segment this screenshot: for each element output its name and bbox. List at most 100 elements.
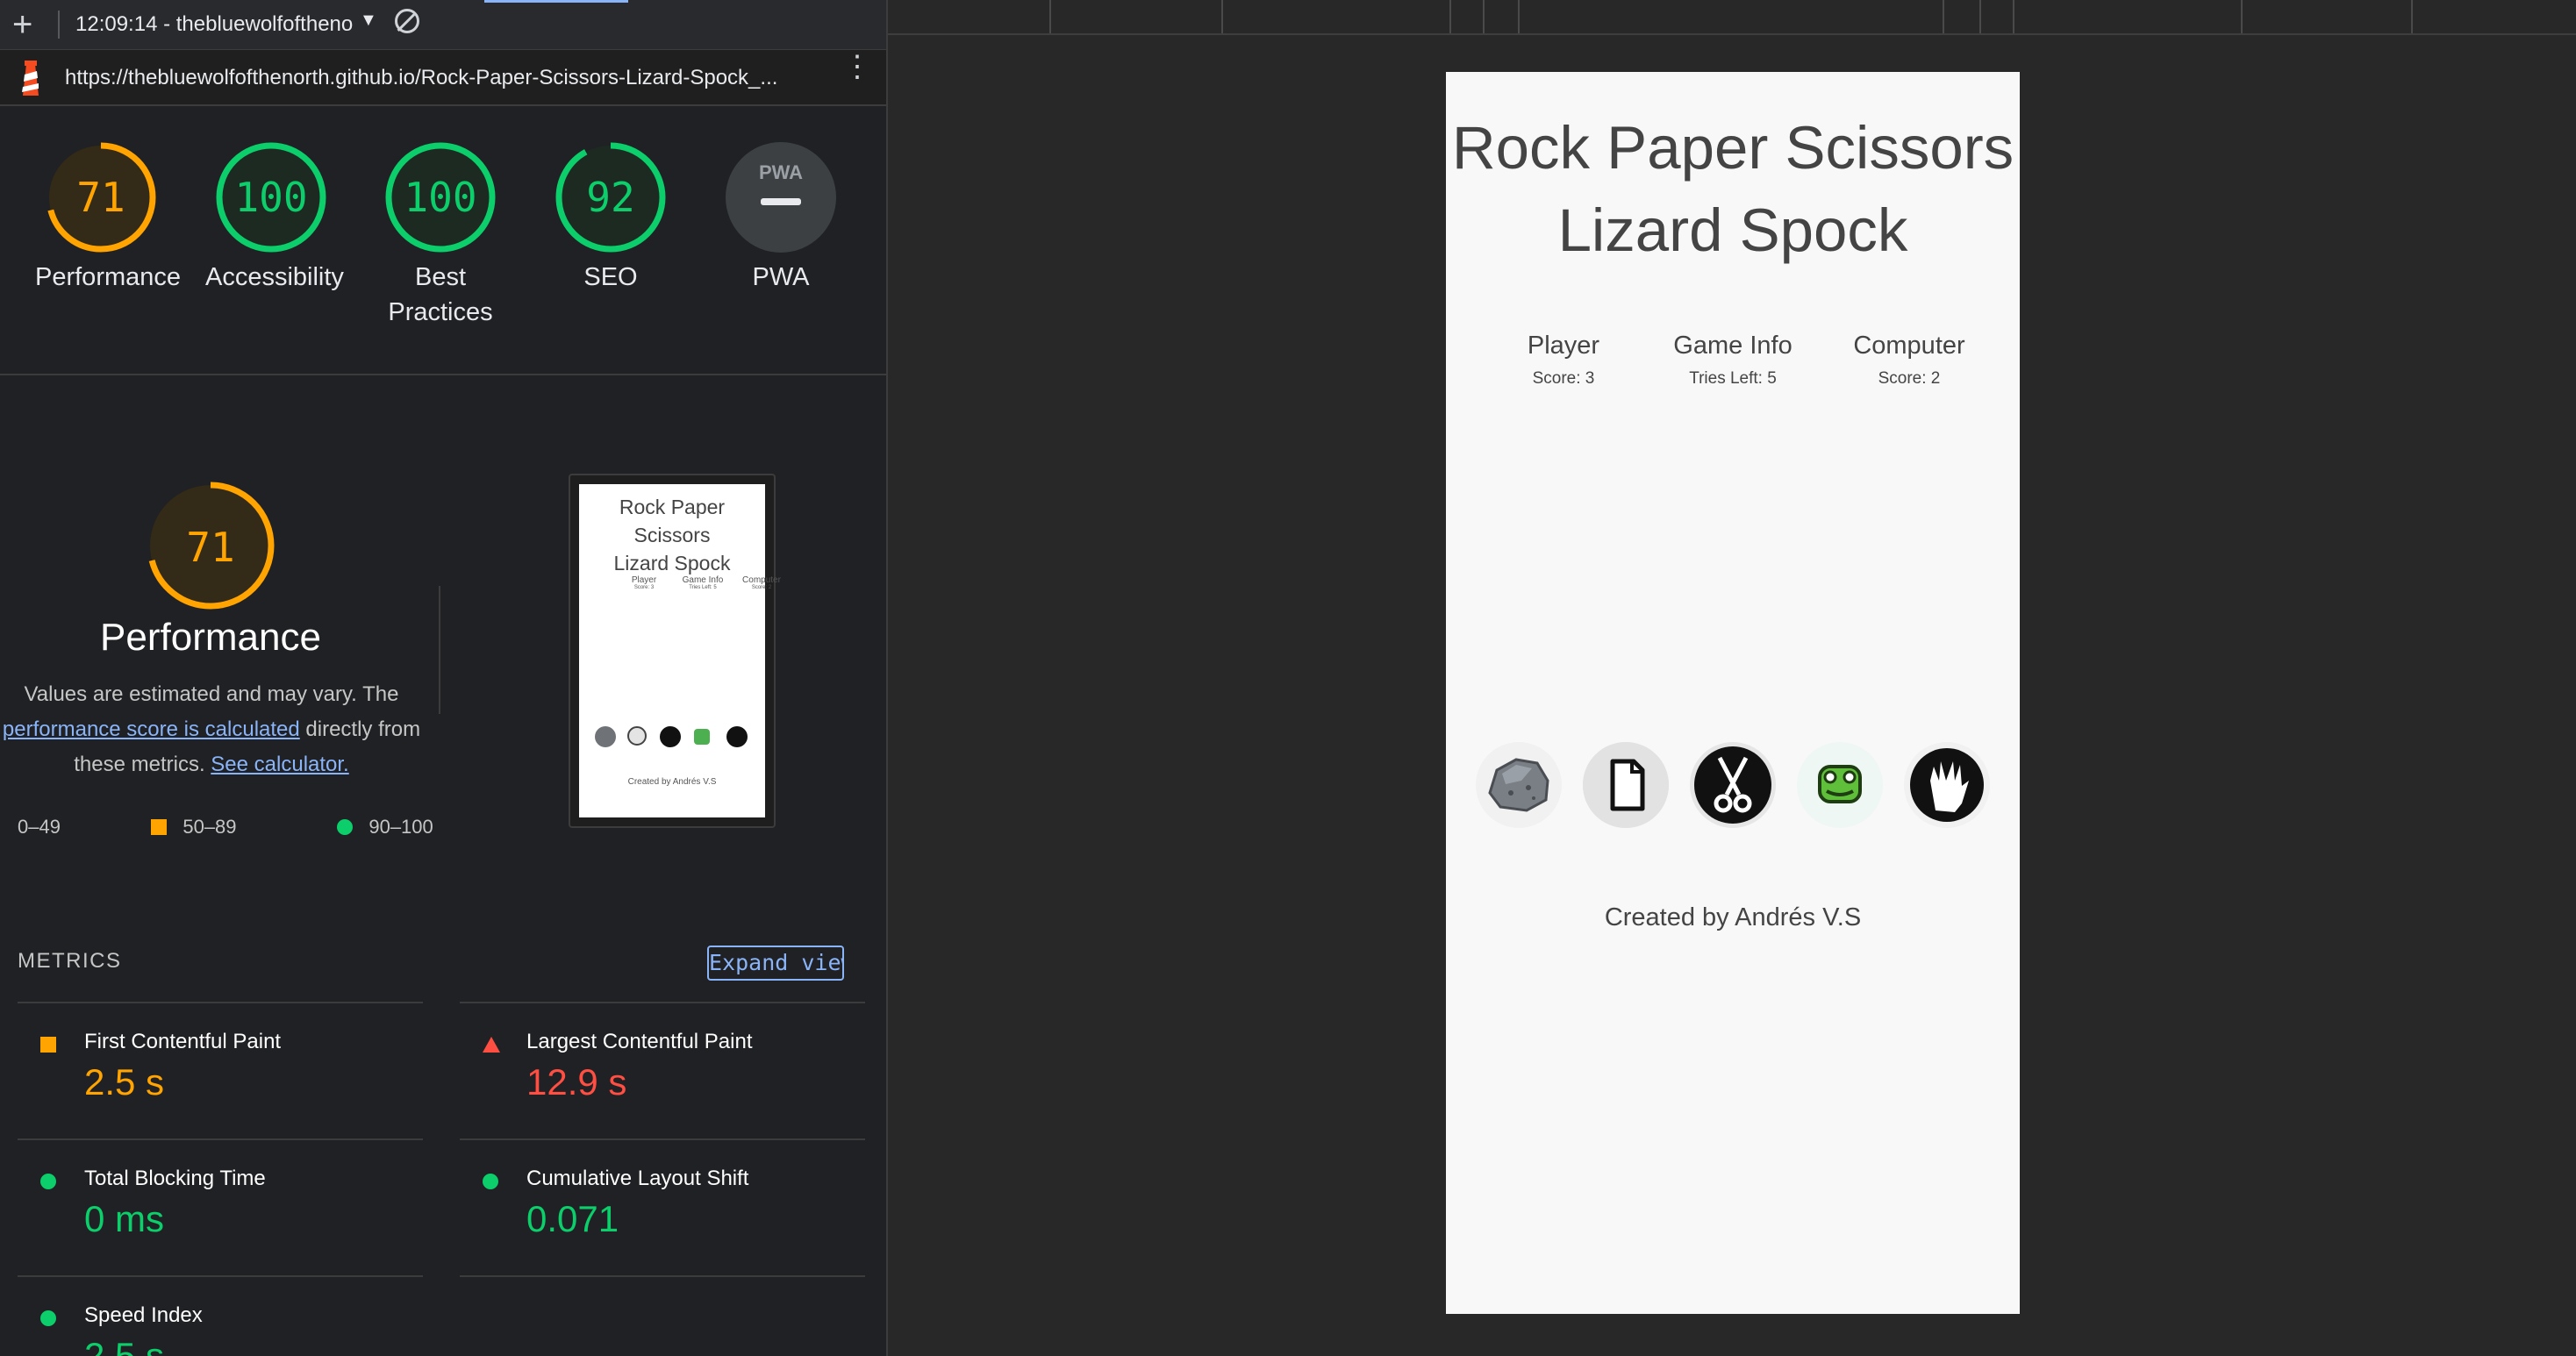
scissors-icon [660, 726, 681, 747]
thumbnail-title: Rock Paper Scissors Lizard Spock [579, 493, 765, 577]
paper-icon [1583, 742, 1669, 828]
credit-text: Created by Andrés V.S [1604, 903, 1862, 931]
spock-icon [726, 726, 748, 747]
clear-icon[interactable] [395, 9, 419, 33]
metric-name: Speed Index [84, 1303, 203, 1327]
rock-button[interactable] [1476, 742, 1562, 828]
panel-splitter[interactable] [886, 0, 888, 1356]
gauge-seo: 92 [555, 142, 666, 253]
paper-icon [627, 726, 647, 746]
score-label-pwa: PWA [752, 263, 810, 291]
score-label-performance: Performance [35, 263, 182, 291]
score-accessibility[interactable]: 100 Accessibility [205, 140, 344, 295]
metric-value: 2.5 s [84, 1335, 165, 1356]
score-calculation-link[interactable]: performance score is calculated [3, 717, 300, 741]
square-icon [151, 819, 167, 835]
computer-label: Computer [1853, 332, 1965, 360]
desc-text-1: Values are estimated and may vary. The [24, 682, 399, 706]
score-best-practices[interactable]: 100 Best Practices [375, 140, 506, 330]
thumbnail-title-line2: Lizard Spock [613, 552, 731, 575]
spock-button[interactable] [1904, 742, 1990, 828]
performance-score: 71 [186, 524, 234, 571]
device-toolbar-ruler [888, 0, 2576, 35]
metrics-heading: METRICS [18, 949, 122, 973]
chevron-down-icon[interactable]: ▼ [360, 11, 377, 31]
thumb-col2-sub: Tries Left: 5 [689, 585, 717, 590]
thumbnail-col-player: Player Score: 3 [583, 575, 656, 590]
lighthouse-panel: + 12:09:14 - thebluewolfoftheno ▼ https:… [0, 0, 886, 1356]
game-title-line2: Lizard Spock [1557, 196, 1908, 264]
square-icon [40, 1037, 56, 1053]
player-score: Score: 3 [1532, 369, 1595, 388]
lighthouse-icon [22, 61, 39, 96]
metric-value: 12.9 s [526, 1061, 627, 1103]
legend-average-label: 50–89 [182, 816, 237, 838]
metric-value: 2.5 s [84, 1061, 165, 1103]
more-options-icon[interactable]: ⋮ [842, 52, 872, 82]
report-url: https://thebluewolfofthenorth.github.io/… [65, 66, 778, 89]
metric-divider [18, 1275, 423, 1277]
expand-view-button[interactable]: Expand view [707, 946, 844, 981]
gauge-performance: 71 [46, 142, 156, 253]
report-selector[interactable]: 12:09:14 - thebluewolfoftheno [75, 12, 356, 37]
circle-icon [337, 819, 353, 835]
score-label-accessibility: Accessibility [205, 263, 344, 291]
thumbnail-title-line1: Rock Paper Scissors [619, 496, 726, 546]
app-viewport: Rock Paper Scissors Lizard Spock Player S… [1446, 72, 2020, 1314]
performance-title: Performance [100, 616, 321, 659]
scissors-button[interactable] [1690, 742, 1776, 828]
score-seo[interactable]: 92 SEO [545, 140, 676, 295]
vertical-divider [439, 586, 440, 714]
report-url-bar: https://thebluewolfofthenorth.github.io/… [0, 50, 886, 106]
rock-icon [1476, 742, 1562, 828]
score-label-best: Best [414, 263, 467, 291]
metric-divider [460, 1275, 865, 1277]
legend-fail-label: 0–49 [18, 816, 61, 838]
pwa-icon: PWA [726, 142, 836, 253]
legend-average: 50–89 [151, 816, 237, 839]
section-divider [0, 374, 886, 375]
desc-text-2: directly from [299, 717, 421, 741]
metric-divider [460, 1002, 865, 1003]
desc-text-3: these metrics. [74, 753, 211, 776]
metric-divider [460, 1138, 865, 1140]
final-screenshot-thumbnail[interactable]: Rock Paper Scissors Lizard Spock Player Sc… [569, 474, 781, 828]
thumbnail-col-info: Game Info Tries Left: 5 [641, 575, 724, 590]
score-value-seo: 92 [586, 174, 634, 221]
metric-divider [18, 1002, 423, 1003]
game-title: Rock Paper Scissors Lizard Spock [1446, 107, 2020, 272]
score-label-best-practices: Best Practices [375, 260, 506, 330]
score-pwa[interactable]: PWA PWA [715, 140, 847, 295]
circle-icon [40, 1310, 56, 1326]
game-info-panel: Game Info Tries Left: 5 [1645, 332, 1821, 389]
performance-description: Values are estimated and may vary. The p… [0, 677, 423, 782]
devtools-toolbar: + 12:09:14 - thebluewolfoftheno ▼ [0, 0, 886, 50]
score-performance[interactable]: 71 Performance [35, 140, 182, 295]
spock-icon [1904, 742, 1990, 828]
thumbnail-col-computer: Computer Score: 2 [700, 575, 781, 590]
metric-name: First Contentful Paint [84, 1030, 282, 1053]
scissors-icon [1690, 742, 1776, 828]
lizard-button[interactable] [1797, 742, 1883, 828]
thumb-col1-sub: Score: 3 [633, 585, 655, 590]
legend-fail: 0–49 [18, 816, 61, 839]
lizard-icon [694, 729, 710, 745]
circle-icon [40, 1174, 56, 1189]
computer-panel: Computer Score: 2 [1821, 332, 1997, 389]
game-info-label: Game Info [1673, 332, 1792, 360]
rock-icon [595, 726, 616, 747]
computer-score: Score: 2 [1878, 369, 1941, 388]
circle-icon [483, 1174, 498, 1189]
paper-button[interactable] [1583, 742, 1669, 828]
pwa-badge-text: PWA [759, 161, 803, 183]
toolbar-divider [58, 11, 60, 39]
gauge-best-practices: 100 [385, 142, 496, 253]
new-report-icon[interactable]: + [12, 5, 32, 44]
metric-name: Largest Contentful Paint [526, 1030, 753, 1053]
see-calculator-link[interactable]: See calculator. [211, 753, 348, 776]
triangle-icon [483, 1037, 500, 1053]
legend-pass: 90–100 [337, 816, 433, 839]
lizard-icon [1797, 742, 1883, 828]
thumbnail-credit: Created by Andrés V.S [627, 777, 717, 787]
performance-gauge: 71 [147, 482, 275, 610]
